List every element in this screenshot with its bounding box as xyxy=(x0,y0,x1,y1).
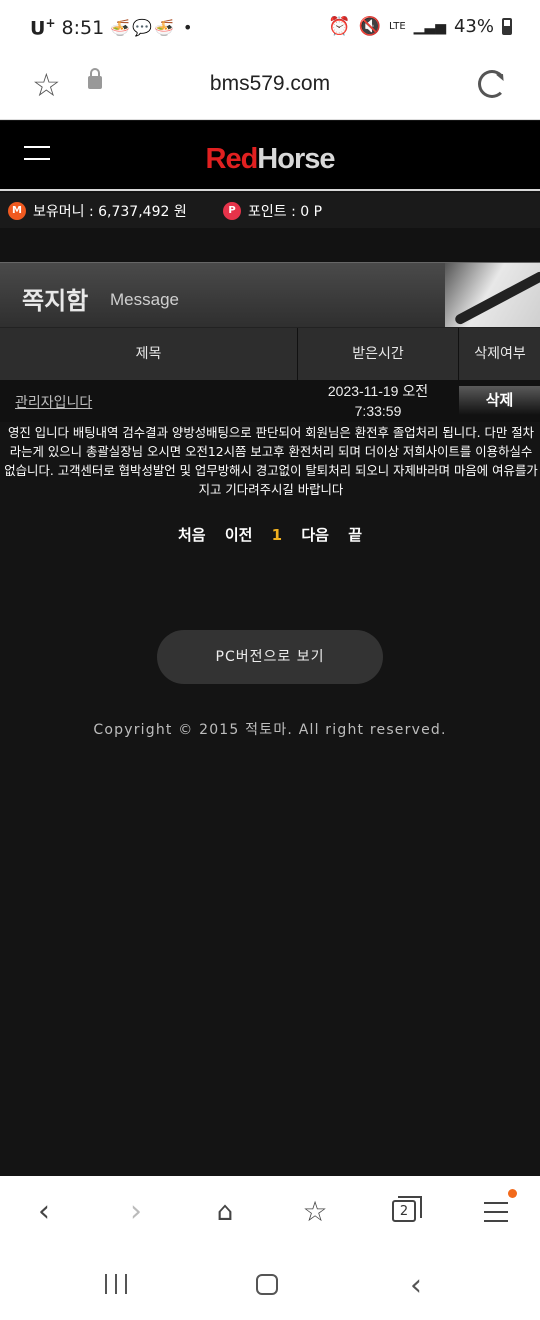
page-first-link[interactable]: 처음 xyxy=(178,526,206,544)
home-icon[interactable]: ⌂ xyxy=(205,1194,245,1230)
site-header: RedHorse xyxy=(0,121,540,191)
url-text[interactable]: bms579.com xyxy=(0,72,540,96)
site-logo[interactable]: RedHorse xyxy=(0,143,540,176)
battery-percent: 43% xyxy=(453,16,494,37)
spacer-band xyxy=(0,228,540,262)
browser-toolbar: ‹ › ⌂ ☆ 2 xyxy=(0,1176,540,1248)
network-label: LTE xyxy=(389,21,406,32)
alarm-icon: ⏰ xyxy=(328,16,351,37)
status-right: ⏰ 🔇 LTE ▁▃▅ 43% xyxy=(328,16,512,37)
mute-icon: 🔇 xyxy=(358,16,382,37)
received-time: 2023-11-19 오전 7:33:59 xyxy=(327,383,429,419)
page-next-link[interactable]: 다음 xyxy=(301,526,329,544)
pagination: 처음 이전 1 다음 끝 xyxy=(0,524,540,545)
menu-icon[interactable] xyxy=(484,1202,508,1229)
point-balance: P 포인트 : 0 P xyxy=(223,201,322,221)
system-back-icon[interactable]: ‹ xyxy=(410,1268,422,1303)
page-current[interactable]: 1 xyxy=(272,526,282,544)
point-label: 포인트 : 0 P xyxy=(248,204,323,220)
bookmarks-star-icon[interactable]: ☆ xyxy=(295,1194,335,1230)
page-title: 쪽지함 xyxy=(22,287,89,315)
page-last-link[interactable]: 끝 xyxy=(348,526,362,544)
carrier-label: U+ xyxy=(30,16,56,40)
page-prev-link[interactable]: 이전 xyxy=(225,526,253,544)
forward-icon[interactable]: › xyxy=(116,1194,156,1230)
status-bar: U+ 8:51 🍜💬🍜 • ⏰ 🔇 LTE ▁▃▅ 43% xyxy=(0,0,540,58)
column-received-time: 받은시간 xyxy=(298,328,459,380)
column-subject: 제목 xyxy=(0,328,298,380)
status-left: U+ 8:51 🍜💬🍜 • xyxy=(30,16,194,39)
tabs-icon[interactable]: 2 xyxy=(392,1196,422,1222)
message-table-header: 제목 받은시간 삭제여부 xyxy=(0,328,540,380)
message-subject-link[interactable]: 관리자입니다 xyxy=(15,392,92,412)
reload-icon[interactable] xyxy=(478,70,506,98)
message-banner: 쪽지함 Message xyxy=(0,262,540,328)
message-body: 영진 입니다 배팅내역 검수결과 양방성배팅으로 판단되어 회원님은 환전후 졸… xyxy=(4,425,538,497)
battery-icon xyxy=(502,18,512,35)
back-icon[interactable]: ‹ xyxy=(24,1194,64,1230)
delete-button[interactable]: 삭제 xyxy=(459,386,540,415)
browser-url-bar: ☆ bms579.com xyxy=(0,58,540,120)
system-nav-bar: ‹ xyxy=(0,1248,540,1320)
money-coin-icon: M xyxy=(8,202,26,220)
notification-icons: 🍜💬🍜 • xyxy=(110,18,195,38)
system-home-icon[interactable] xyxy=(256,1274,278,1295)
money-label: 보유머니 : 6,737,492 원 xyxy=(33,204,187,220)
balance-bar: M 보유머니 : 6,737,492 원 P 포인트 : 0 P xyxy=(0,193,540,228)
recent-apps-icon[interactable] xyxy=(105,1274,127,1294)
pc-version-button[interactable]: PC버전으로 보기 xyxy=(157,630,383,684)
signal-icon: ▁▃▅ xyxy=(413,18,446,35)
table-row: 관리자입니다 2023-11-19 오전 7:33:59 삭제 xyxy=(0,380,540,422)
page-subtitle: Message xyxy=(110,290,179,309)
point-coin-icon: P xyxy=(223,202,241,220)
clock: 8:51 xyxy=(61,16,105,39)
column-delete: 삭제여부 xyxy=(474,346,526,362)
money-balance: M 보유머니 : 6,737,492 원 xyxy=(8,201,187,221)
copyright-text: Copyright © 2015 적토마. All right reserved… xyxy=(93,722,447,738)
notification-dot xyxy=(508,1189,517,1198)
